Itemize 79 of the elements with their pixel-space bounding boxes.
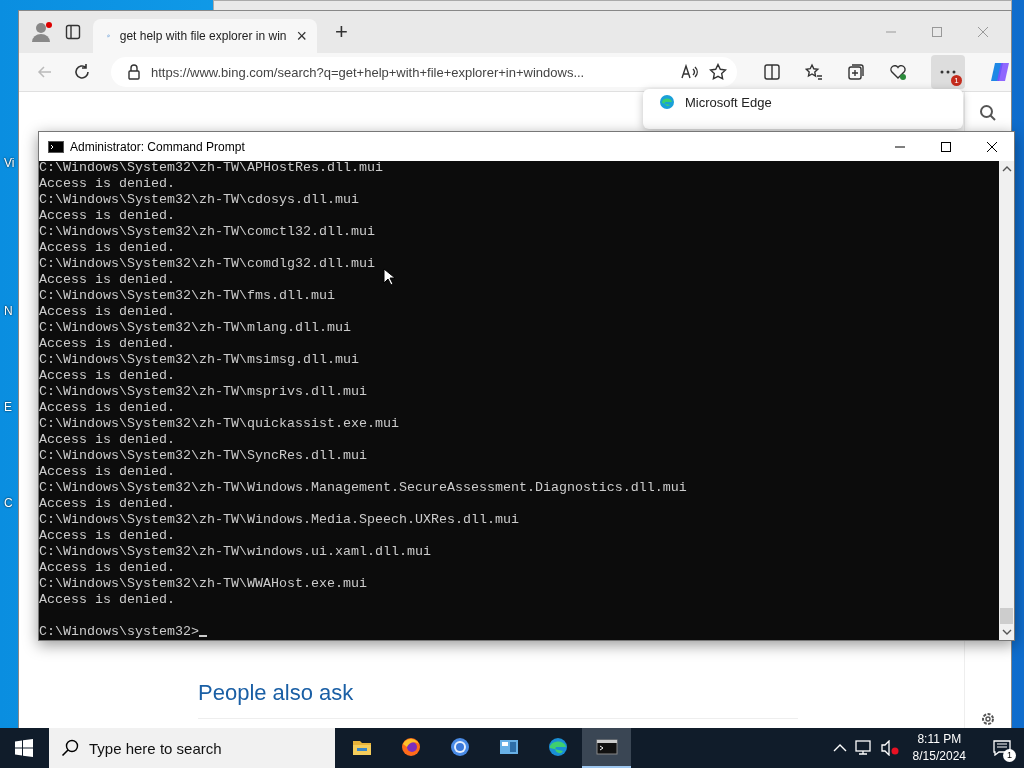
console-line: Access is denied. — [39, 336, 175, 352]
tab-title: get help with file explorer in win — [119, 29, 287, 43]
network-icon[interactable] — [854, 740, 873, 756]
url-text: https://www.bing.com/search?q=get+help+with+file+explorer+in+windows... — [151, 64, 586, 80]
notification-count: 1 — [1003, 749, 1016, 762]
console-line: C:\Windows\System32\zh-TW\SyncRes.dll.mui — [39, 448, 367, 464]
section-heading: People also ask — [198, 680, 798, 719]
console-line: Access is denied. — [39, 208, 175, 224]
refresh-icon[interactable] — [73, 63, 91, 81]
maximize-icon[interactable] — [940, 140, 952, 153]
address-bar[interactable]: https://www.bing.com/search?q=get+help+with+file+explorer+in+windows... — [111, 57, 737, 87]
copilot-icon[interactable] — [989, 61, 1011, 83]
notifications-button[interactable]: 1 — [980, 728, 1024, 768]
new-tab-button[interactable]: + — [335, 19, 348, 45]
window-title: Administrator: Command Prompt — [70, 139, 245, 154]
console-line: C:\Windows\System32\zh-TW\quickassist.exe.mui — [39, 416, 399, 432]
search-field[interactable]: Type here to search — [49, 728, 335, 768]
chevron-up-icon[interactable] — [832, 743, 847, 753]
text-cursor — [198, 635, 207, 637]
console-line: Access is denied. — [39, 560, 175, 576]
scroll-up-icon[interactable] — [1001, 165, 1012, 173]
console-line: C:\Windows\System32\zh-TW\fms.dll.mui — [39, 288, 335, 304]
message-icon — [993, 740, 1011, 756]
browser-tab[interactable]: get help with file explorer in win × — [93, 19, 317, 53]
settings-icon[interactable] — [980, 711, 996, 727]
clock-date: 8/15/2024 — [912, 748, 966, 765]
console-line: C:\Windows\System32\zh-TW\cdosys.dll.mui — [39, 192, 359, 208]
desktop-icon-label[interactable]: E — [4, 400, 15, 414]
console-line: Access is denied. — [39, 240, 175, 256]
mouse-pointer-icon — [383, 268, 395, 286]
console-line: C:\Windows\System32\zh-TW\APHostRes.dll.mui — [39, 161, 383, 176]
close-icon[interactable] — [986, 140, 998, 153]
heart-icon[interactable] — [889, 63, 907, 81]
console-line: C:\Windows\System32\zh-TW\msimsg.dll.mui — [39, 352, 359, 368]
close-tab-button[interactable]: × — [296, 25, 307, 47]
windows-icon[interactable] — [15, 739, 33, 757]
console-line: Access is denied. — [39, 400, 175, 416]
console-line: Access is denied. — [39, 304, 175, 320]
collections-icon[interactable] — [847, 63, 865, 81]
console-line: Access is denied. — [39, 496, 175, 512]
scroll-thumb[interactable] — [1000, 608, 1013, 624]
console-line: C:\Windows\System32\zh-TW\mlang.dll.mui — [39, 320, 351, 336]
profile-icon[interactable] — [31, 21, 53, 43]
edge-icon — [546, 736, 569, 758]
console-line: C:\Windows\System32\zh-TW\windows.ui.xaml.dll.mui — [39, 544, 431, 560]
command-prompt[interactable]: C:\Windows\system32> — [39, 624, 199, 639]
clock-time: 8:11 PM — [917, 731, 962, 748]
scroll-down-icon[interactable] — [1001, 628, 1012, 636]
split-screen-icon[interactable] — [763, 63, 781, 81]
notification-badge: 1 — [951, 75, 962, 86]
volume-muted-icon[interactable] — [880, 740, 899, 756]
fox-globe-icon — [399, 736, 422, 758]
console-line: C:\Windows\System32\zh-TW\msprivs.dll.mui — [39, 384, 367, 400]
console-line: Access is denied. — [39, 368, 175, 384]
console-line: Access is denied. — [39, 272, 175, 288]
more-button[interactable]: 1 — [931, 55, 965, 89]
console-icon — [595, 736, 618, 758]
console-line: Access is denied. — [39, 592, 175, 608]
console-line: C:\Windows\System32\zh-TW\WWAHost.exe.mui — [39, 576, 367, 592]
console-icon — [48, 140, 64, 153]
console-line: C:\Windows\System32\zh-TW\Windows.Management.SecureAssessment.Diagnostics.dll.mui — [39, 480, 687, 496]
console-line: Access is denied. — [39, 176, 175, 192]
favorites-icon[interactable] — [805, 63, 823, 81]
star-icon[interactable] — [709, 63, 727, 81]
edge-icon — [659, 94, 675, 110]
console-line: Access is denied. — [39, 432, 175, 448]
more-icon — [940, 69, 956, 75]
ring-icon — [448, 736, 471, 758]
clock[interactable]: 8:11 PM 8/15/2024 — [906, 731, 972, 765]
console-line: C:\Windows\System32\zh-TW\comdlg32.dll.mui — [39, 256, 375, 272]
taskbar-app[interactable] — [582, 728, 631, 768]
tab-actions-icon[interactable] — [65, 24, 81, 40]
console-line: C:\Windows\System32\zh-TW\comctl32.dll.mui — [39, 224, 375, 240]
console-line: C:\Windows\System32\zh-TW\Windows.Media.Speech.UXRes.dll.mui — [39, 512, 519, 528]
console-line: Access is denied. — [39, 464, 175, 480]
console-line: Access is denied. — [39, 528, 175, 544]
menu-item[interactable]: Microsoft Edge — [643, 89, 963, 115]
read-aloud-icon[interactable] — [681, 64, 699, 80]
lock-icon — [127, 64, 141, 80]
